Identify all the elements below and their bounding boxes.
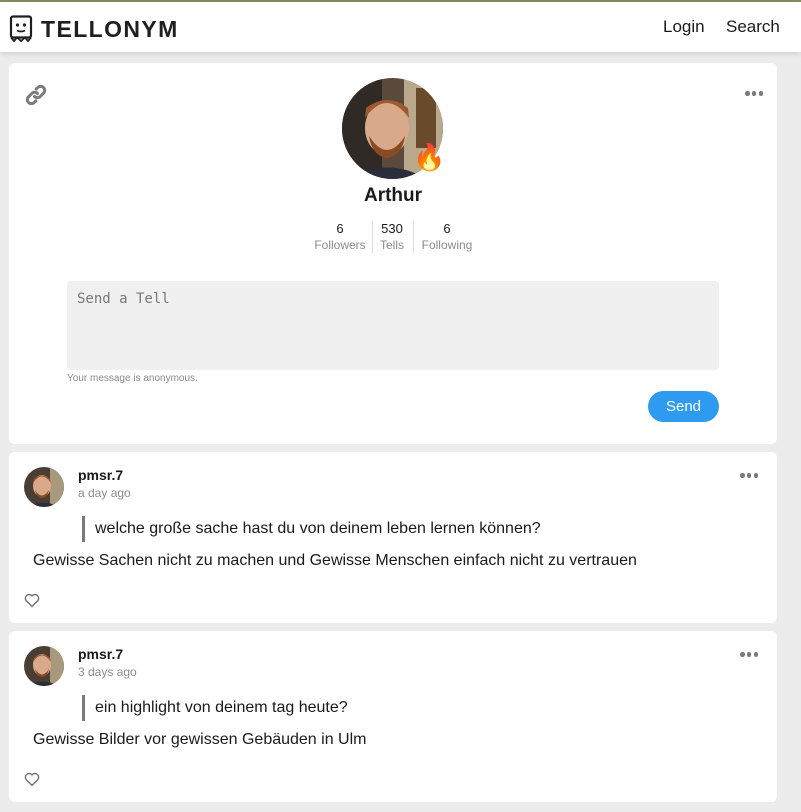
post-username[interactable]: pmsr.7 xyxy=(78,646,123,662)
stat-followers-label: Followers xyxy=(314,238,366,252)
logo-text: TELLONYM xyxy=(41,15,179,42)
stat-tells: 530 Tells xyxy=(373,221,411,253)
tell-question: welche große sache hast du von deinem le… xyxy=(82,516,541,542)
post-timestamp: a day ago xyxy=(78,486,131,500)
tell-post: pmsr.7 a day ago welche große sache hast… xyxy=(9,452,777,623)
post-timestamp: 3 days ago xyxy=(78,665,137,679)
stat-following[interactable]: 6 Following xyxy=(417,221,477,253)
stat-following-value: 6 xyxy=(443,221,451,236)
fire-icon: 🔥 xyxy=(413,142,446,172)
post-more-icon[interactable] xyxy=(740,473,758,479)
post-more-icon[interactable] xyxy=(740,652,758,658)
avatar[interactable] xyxy=(24,467,64,507)
tell-question: ein highlight von deinem tag heute? xyxy=(82,695,348,721)
stat-divider xyxy=(413,221,414,253)
stat-following-label: Following xyxy=(421,238,473,252)
profile-stats: 6 Followers 530 Tells 6 Following xyxy=(309,221,479,255)
search-link[interactable]: Search xyxy=(726,17,780,37)
avatar[interactable] xyxy=(24,646,64,686)
profile-name: Arthur xyxy=(363,185,423,206)
tell-answer: Gewisse Sachen nicht zu machen und Gewis… xyxy=(33,552,637,569)
send-tell-input[interactable] xyxy=(67,281,719,370)
profile-more-icon[interactable] xyxy=(745,91,763,97)
tellonym-logo-icon xyxy=(9,15,33,42)
tell-post: pmsr.7 3 days ago ein highlight von dein… xyxy=(9,631,777,802)
login-link[interactable]: Login xyxy=(663,17,705,37)
app-header: TELLONYM Login Search xyxy=(0,2,801,52)
send-button[interactable]: Send xyxy=(648,391,719,422)
stat-followers[interactable]: 6 Followers xyxy=(309,221,371,253)
stat-followers-value: 6 xyxy=(336,221,344,236)
profile-card: 🔥 Arthur 6 Followers 530 Tells 6 Followi… xyxy=(9,63,777,444)
post-username[interactable]: pmsr.7 xyxy=(78,467,123,483)
anonymous-note: Your message is anonymous. xyxy=(67,373,198,384)
heart-icon[interactable] xyxy=(23,591,41,609)
logo[interactable]: TELLONYM xyxy=(9,15,179,42)
stat-tells-value: 530 xyxy=(381,221,403,236)
link-icon[interactable] xyxy=(24,83,48,107)
heart-icon[interactable] xyxy=(23,770,41,788)
stat-tells-label: Tells xyxy=(379,238,404,252)
tell-answer: Gewisse Bilder vor gewissen Gebäuden in … xyxy=(33,731,367,748)
